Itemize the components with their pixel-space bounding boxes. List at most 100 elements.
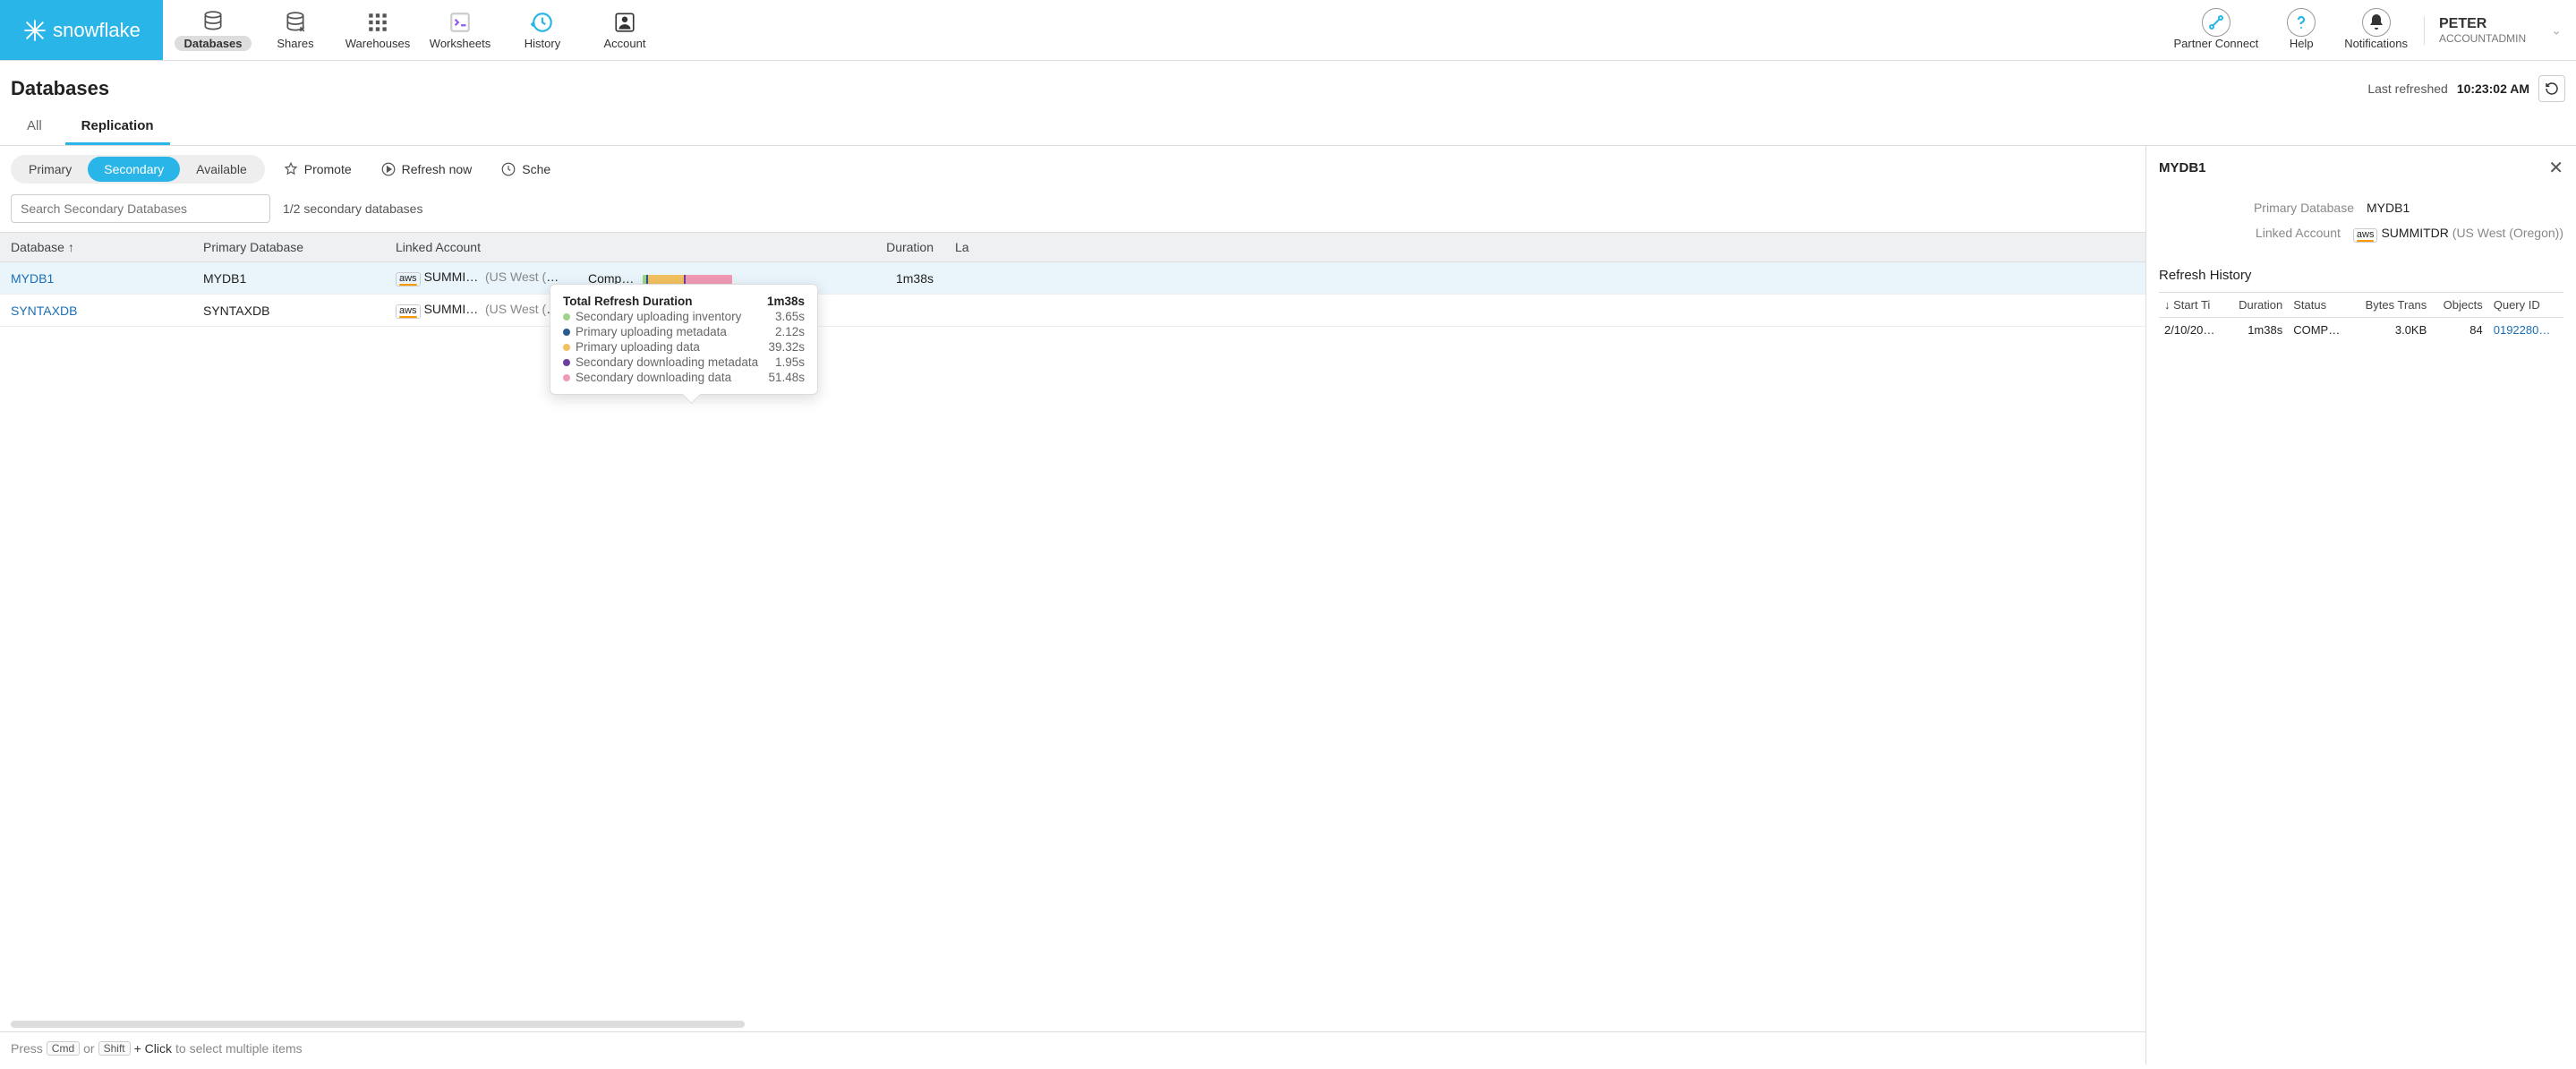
- user-role: ACCOUNTADMIN: [2439, 32, 2544, 45]
- db-link[interactable]: MYDB1: [11, 271, 54, 286]
- refresh-icon: [2545, 81, 2559, 96]
- clock-icon: [500, 161, 516, 177]
- table-row[interactable]: MYDB1 MYDB1 awsSUMMI… (US West (Ore… Com…: [0, 262, 2145, 295]
- page-tabs: All Replication: [0, 109, 2576, 146]
- hcol-bytes[interactable]: Bytes Trans: [2351, 293, 2432, 318]
- nav-label: Partner Connect: [2174, 37, 2259, 50]
- nav-notifications[interactable]: Notifications: [2332, 4, 2420, 57]
- nav-databases[interactable]: Databases: [172, 4, 254, 57]
- aws-icon: aws: [396, 272, 421, 286]
- page-header: Databases Last refreshed 10:23:02 AM: [0, 61, 2576, 109]
- search-row: 1/2 secondary databases: [0, 192, 2145, 232]
- detail-panel: MYDB1 ✕ Primary Database MYDB1 Linked Ac…: [2146, 146, 2576, 1065]
- segment-available[interactable]: Available: [180, 157, 263, 182]
- history-row[interactable]: 2/10/20… 1m38s COMP… 3.0KB 84 0192280…: [2159, 318, 2563, 343]
- nav-shares[interactable]: Shares: [254, 4, 337, 57]
- cell-last: [944, 295, 2145, 327]
- nav-worksheets[interactable]: Worksheets: [419, 4, 501, 57]
- nav-label: Worksheets: [430, 37, 490, 50]
- star-icon: [283, 161, 299, 177]
- nav-partner-connect[interactable]: Partner Connect: [2162, 4, 2272, 57]
- tooltip-total: 1m38s: [767, 295, 805, 308]
- hcol-query[interactable]: Query ID: [2488, 293, 2563, 318]
- refresh-history-title: Refresh History: [2159, 268, 2563, 283]
- worksheets-icon: [448, 10, 472, 35]
- sort-desc-icon: ↓: [2164, 298, 2171, 312]
- warehouses-icon: [366, 10, 389, 35]
- col-linked[interactable]: Linked Account: [385, 233, 577, 262]
- hcol-start[interactable]: ↓ Start Ti: [2159, 293, 2227, 318]
- database-icon: [201, 9, 225, 34]
- play-icon: [380, 161, 397, 177]
- query-id-link[interactable]: 0192280…: [2494, 323, 2551, 337]
- nav-account[interactable]: Account: [584, 4, 666, 57]
- nav-label: Help: [2290, 37, 2314, 50]
- segment-secondary[interactable]: Secondary: [88, 157, 180, 182]
- left-panel: Primary Secondary Available Promote Refr…: [0, 146, 2146, 1065]
- col-last[interactable]: La: [944, 233, 2145, 262]
- history-header-row: ↓ Start Ti Duration Status Bytes Trans O…: [2159, 293, 2563, 318]
- hcell-bytes: 3.0KB: [2351, 318, 2432, 343]
- count-text: 1/2 secondary databases: [283, 201, 422, 216]
- hcol-duration[interactable]: Duration: [2227, 293, 2288, 318]
- nav-items: Databases Shares Warehouses Worksheets H…: [163, 0, 2162, 60]
- close-icon[interactable]: ✕: [2548, 157, 2563, 179]
- db-link[interactable]: SYNTAXDB: [11, 304, 77, 318]
- brand-logo[interactable]: snowflake: [0, 0, 163, 60]
- horizontal-scrollbar[interactable]: [11, 1021, 745, 1028]
- nav-help[interactable]: Help: [2274, 4, 2328, 57]
- hcell-duration: 1m38s: [2227, 318, 2288, 343]
- schedule-action[interactable]: Sche: [490, 158, 561, 181]
- nav-warehouses[interactable]: Warehouses: [337, 4, 419, 57]
- page-title: Databases: [11, 77, 109, 100]
- refresh-status: Last refreshed 10:23:02 AM: [2367, 75, 2565, 102]
- tab-all[interactable]: All: [11, 109, 58, 145]
- refresh-now-action[interactable]: Refresh now: [370, 158, 483, 181]
- detail-primary-label: Primary Database: [2254, 201, 2354, 215]
- databases-table: Database ↑ Primary Database Linked Accou…: [0, 232, 2145, 327]
- promote-action[interactable]: Promote: [272, 158, 363, 181]
- table-header-row: Database ↑ Primary Database Linked Accou…: [0, 233, 2145, 262]
- nav-label: Account: [604, 37, 646, 50]
- hcol-objects[interactable]: Objects: [2432, 293, 2487, 318]
- user-menu[interactable]: PETER ACCOUNTADMIN ⌄: [2424, 16, 2567, 45]
- table-row[interactable]: SYNTAXDB SYNTAXDB awsSUMMI… (US West (Or…: [0, 295, 2145, 327]
- col-duration[interactable]: Duration: [837, 233, 944, 262]
- brand-text: snowflake: [53, 19, 141, 42]
- col-database[interactable]: Database ↑: [0, 233, 192, 262]
- detail-title: MYDB1: [2159, 160, 2206, 175]
- hcol-status[interactable]: Status: [2288, 293, 2351, 318]
- nav-history[interactable]: History: [501, 4, 584, 57]
- nav-label: Warehouses: [345, 37, 411, 50]
- col-primary-db[interactable]: Primary Database: [192, 233, 385, 262]
- refresh-now-label: Refresh now: [402, 162, 473, 176]
- toolbar: Primary Secondary Available Promote Refr…: [0, 146, 2145, 192]
- nav-right: Partner Connect Help Notifications PETER…: [2162, 0, 2576, 60]
- key-shift: Shift: [98, 1041, 131, 1056]
- shares-icon: [284, 10, 307, 35]
- cell-duration: 1m38s: [837, 262, 944, 295]
- snowflake-icon: [22, 18, 47, 43]
- last-refreshed-time: 10:23:02 AM: [2457, 81, 2529, 96]
- search-input[interactable]: [11, 194, 270, 223]
- account-icon: [613, 10, 636, 35]
- hcell-query: 0192280…: [2488, 318, 2563, 343]
- refresh-button[interactable]: [2538, 75, 2565, 102]
- segment-control: Primary Secondary Available: [11, 155, 265, 184]
- segment-primary[interactable]: Primary: [13, 157, 88, 182]
- cell-linked: awsSUMMI… (US West (Ore…: [385, 295, 577, 327]
- top-nav: snowflake Databases Shares Warehouses Wo…: [0, 0, 2576, 61]
- bell-icon: [2362, 10, 2391, 35]
- hcell-objects: 84: [2432, 318, 2487, 343]
- chevron-down-icon: ⌄: [2551, 22, 2562, 38]
- tab-replication[interactable]: Replication: [65, 109, 170, 145]
- cell-primary-db: MYDB1: [192, 262, 385, 295]
- cell-primary-db: SYNTAXDB: [192, 295, 385, 327]
- detail-primary-value: MYDB1: [2367, 201, 2563, 215]
- aws-icon: aws: [2353, 228, 2378, 243]
- detail-linked-value: awsSUMMITDR (US West (Oregon)): [2353, 226, 2563, 243]
- col-status[interactable]: [577, 233, 837, 262]
- history-icon: [531, 10, 554, 35]
- nav-label: Notifications: [2344, 37, 2408, 50]
- partner-connect-icon: [2202, 10, 2231, 35]
